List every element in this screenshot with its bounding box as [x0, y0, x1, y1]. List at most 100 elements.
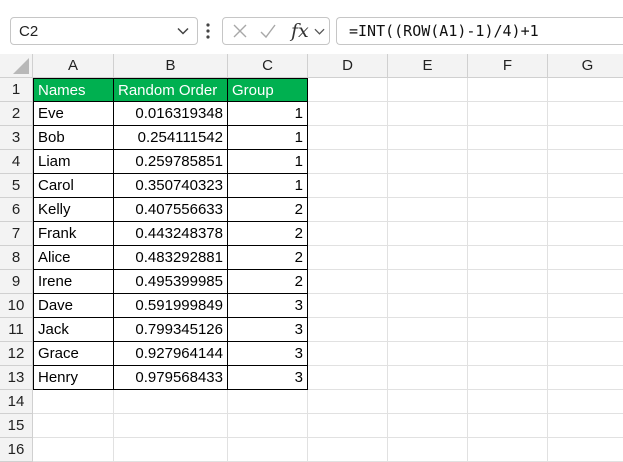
cell-e13[interactable] — [388, 366, 468, 390]
cell-g2[interactable] — [548, 102, 623, 126]
row-header-11[interactable]: 11 — [0, 318, 33, 342]
cell-c13[interactable]: 3 — [228, 366, 308, 390]
cell-d16[interactable] — [308, 438, 388, 462]
cell-d11[interactable] — [308, 318, 388, 342]
cell-d12[interactable] — [308, 342, 388, 366]
cell-c3[interactable]: 1 — [228, 126, 308, 150]
cell-a4[interactable]: Liam — [33, 150, 114, 174]
cell-f13[interactable] — [468, 366, 548, 390]
cell-b7[interactable]: 0.443248378 — [114, 222, 228, 246]
cell-d8[interactable] — [308, 246, 388, 270]
cell-e8[interactable] — [388, 246, 468, 270]
row-header-6[interactable]: 6 — [0, 198, 33, 222]
row-header-5[interactable]: 5 — [0, 174, 33, 198]
cell-f3[interactable] — [468, 126, 548, 150]
cell-e16[interactable] — [388, 438, 468, 462]
row-header-12[interactable]: 12 — [0, 342, 33, 366]
cell-d14[interactable] — [308, 390, 388, 414]
cell-f5[interactable] — [468, 174, 548, 198]
cell-e14[interactable] — [388, 390, 468, 414]
cell-d9[interactable] — [308, 270, 388, 294]
cell-e10[interactable] — [388, 294, 468, 318]
cell-g4[interactable] — [548, 150, 623, 174]
cell-b16[interactable] — [114, 438, 228, 462]
cell-g1[interactable] — [548, 78, 623, 102]
cell-b11[interactable]: 0.799345126 — [114, 318, 228, 342]
cancel-icon[interactable] — [231, 22, 249, 40]
cell-d4[interactable] — [308, 150, 388, 174]
select-all-icon[interactable] — [0, 54, 33, 78]
cell-a1[interactable]: Names — [33, 78, 114, 102]
cell-g11[interactable] — [548, 318, 623, 342]
column-header-b[interactable]: B — [114, 54, 228, 78]
cell-d3[interactable] — [308, 126, 388, 150]
row-header-15[interactable]: 15 — [0, 414, 33, 438]
cell-a16[interactable] — [33, 438, 114, 462]
cell-g13[interactable] — [548, 366, 623, 390]
name-box[interactable]: C2 — [10, 17, 198, 45]
cell-f4[interactable] — [468, 150, 548, 174]
cell-e3[interactable] — [388, 126, 468, 150]
row-header-4[interactable]: 4 — [0, 150, 33, 174]
cell-f12[interactable] — [468, 342, 548, 366]
cell-g6[interactable] — [548, 198, 623, 222]
chevron-down-icon[interactable] — [177, 25, 189, 37]
cell-a5[interactable]: Carol — [33, 174, 114, 198]
cell-a10[interactable]: Dave — [33, 294, 114, 318]
cell-g10[interactable] — [548, 294, 623, 318]
column-header-c[interactable]: C — [228, 54, 308, 78]
cell-d7[interactable] — [308, 222, 388, 246]
cell-f14[interactable] — [468, 390, 548, 414]
cell-d10[interactable] — [308, 294, 388, 318]
row-header-2[interactable]: 2 — [0, 102, 33, 126]
cell-b12[interactable]: 0.927964144 — [114, 342, 228, 366]
cell-c5[interactable]: 1 — [228, 174, 308, 198]
cell-a13[interactable]: Henry — [33, 366, 114, 390]
column-header-g[interactable]: G — [548, 54, 623, 78]
cell-b10[interactable]: 0.591999849 — [114, 294, 228, 318]
cell-a14[interactable] — [33, 390, 114, 414]
cell-f1[interactable] — [468, 78, 548, 102]
cell-g7[interactable] — [548, 222, 623, 246]
cell-b13[interactable]: 0.979568433 — [114, 366, 228, 390]
cell-d1[interactable] — [308, 78, 388, 102]
cell-c9[interactable]: 2 — [228, 270, 308, 294]
confirm-icon[interactable] — [259, 22, 277, 40]
column-header-d[interactable]: D — [308, 54, 388, 78]
cell-d5[interactable] — [308, 174, 388, 198]
cell-g12[interactable] — [548, 342, 623, 366]
column-header-a[interactable]: A — [33, 54, 114, 78]
cell-a2[interactable]: Eve — [33, 102, 114, 126]
cell-d6[interactable] — [308, 198, 388, 222]
cell-d13[interactable] — [308, 366, 388, 390]
row-header-16[interactable]: 16 — [0, 438, 33, 462]
cell-e5[interactable] — [388, 174, 468, 198]
cell-c6[interactable]: 2 — [228, 198, 308, 222]
row-header-1[interactable]: 1 — [0, 78, 33, 102]
row-header-14[interactable]: 14 — [0, 390, 33, 414]
cell-g15[interactable] — [548, 414, 623, 438]
cell-f2[interactable] — [468, 102, 548, 126]
cell-g9[interactable] — [548, 270, 623, 294]
cell-c8[interactable]: 2 — [228, 246, 308, 270]
cell-e11[interactable] — [388, 318, 468, 342]
cell-b3[interactable]: 0.254111542 — [114, 126, 228, 150]
cell-e1[interactable] — [388, 78, 468, 102]
cell-f11[interactable] — [468, 318, 548, 342]
row-header-13[interactable]: 13 — [0, 366, 33, 390]
cell-a6[interactable]: Kelly — [33, 198, 114, 222]
cell-a9[interactable]: Irene — [33, 270, 114, 294]
cell-e12[interactable] — [388, 342, 468, 366]
insert-function-icon[interactable]: fx — [291, 20, 309, 42]
cell-f8[interactable] — [468, 246, 548, 270]
cell-e4[interactable] — [388, 150, 468, 174]
cell-e7[interactable] — [388, 222, 468, 246]
cell-b14[interactable] — [114, 390, 228, 414]
row-header-8[interactable]: 8 — [0, 246, 33, 270]
cell-b8[interactable]: 0.483292881 — [114, 246, 228, 270]
cell-a8[interactable]: Alice — [33, 246, 114, 270]
cell-f9[interactable] — [468, 270, 548, 294]
cell-e15[interactable] — [388, 414, 468, 438]
cell-f6[interactable] — [468, 198, 548, 222]
cell-f10[interactable] — [468, 294, 548, 318]
